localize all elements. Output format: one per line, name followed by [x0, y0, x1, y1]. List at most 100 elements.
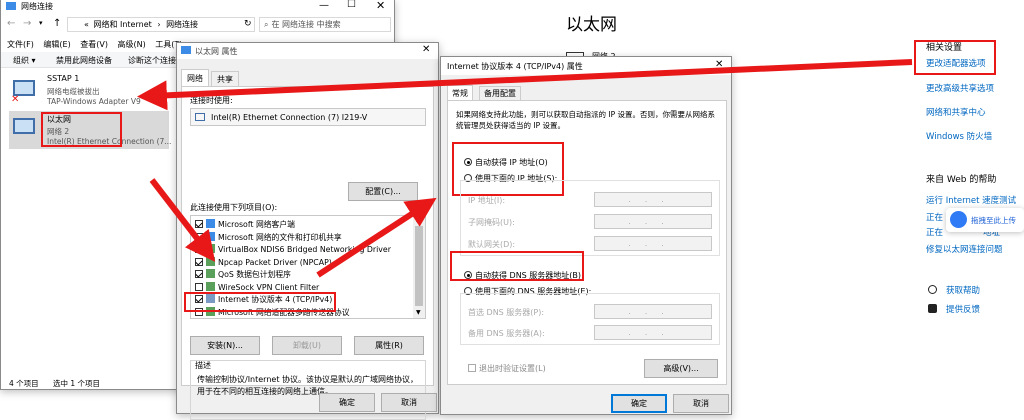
- close-button[interactable]: ✕: [376, 0, 385, 12]
- ipv4-title: Internet 协议版本 4 (TCP/IPv4) 属性: [447, 62, 583, 71]
- component-icon: [206, 244, 215, 253]
- mask-field[interactable]: ...: [594, 214, 712, 229]
- props-ok-button[interactable]: 确定: [319, 393, 375, 412]
- network-folder-icon: [6, 2, 16, 10]
- ip-field[interactable]: ...: [594, 192, 712, 207]
- adapter-name: Intel(R) Ethernet Connection (7) I219-V: [211, 113, 368, 122]
- props-close-button[interactable]: ✕: [422, 44, 430, 55]
- scroll-up-icon[interactable]: ▲: [416, 216, 421, 223]
- component-item[interactable]: Npcap Packet Driver (NPCAP): [195, 256, 391, 270]
- adapter-device: TAP-Windows Adapter V9: [47, 97, 141, 106]
- item-checkbox[interactable]: [195, 232, 203, 241]
- search-input[interactable]: ⌕ 在 网络连接 中搜索: [259, 17, 391, 32]
- forward-icon[interactable]: →: [23, 18, 31, 29]
- item-checkbox[interactable]: [195, 257, 203, 266]
- item-checkbox[interactable]: [195, 282, 203, 291]
- props-cancel-button[interactable]: 取消: [381, 393, 437, 412]
- ipv4-close-button[interactable]: ✕: [715, 59, 723, 70]
- link-speed-test[interactable]: 运行 Internet 速度测试: [926, 194, 1016, 206]
- configure-button[interactable]: 配置(C)...: [348, 182, 418, 201]
- link-advanced-sharing[interactable]: 更改高级共享选项: [926, 82, 994, 94]
- checkbox-indicator: [468, 364, 476, 372]
- mask-label: 子网掩码(U):: [468, 218, 515, 227]
- install-button[interactable]: 安装(N)...: [190, 336, 260, 355]
- nic-icon: [195, 113, 205, 121]
- recent-icon[interactable]: ▾: [39, 19, 43, 27]
- uninstall-button[interactable]: 卸载(U): [272, 336, 342, 355]
- tab-general[interactable]: 常规: [447, 85, 473, 101]
- items-scrollbar[interactable]: ▲ ▼: [413, 216, 425, 318]
- maximize-button[interactable]: ☐: [347, 0, 356, 10]
- props-titlebar: 以太网 属性 ✕: [177, 43, 438, 59]
- breadcrumb-network[interactable]: 网络和 Internet: [93, 20, 151, 29]
- toolbar-organize[interactable]: 组织 ▾: [13, 55, 36, 66]
- ipv4-ok-button[interactable]: 确定: [611, 394, 667, 413]
- link-feedback[interactable]: 提供反馈: [946, 303, 980, 315]
- ipv4-cancel-button[interactable]: 取消: [673, 394, 729, 413]
- dns2-field[interactable]: ...: [594, 325, 712, 340]
- link-firewall[interactable]: Windows 防火墙: [926, 130, 992, 142]
- ipv4-properties-dialog: Internet 协议版本 4 (TCP/IPv4) 属性 ✕ 常规 备用配置 …: [440, 56, 732, 415]
- search-icon: ⌕: [264, 20, 269, 29]
- item-checkbox[interactable]: [195, 220, 203, 228]
- adapter-field: Intel(R) Ethernet Connection (7) I219-V: [190, 108, 426, 126]
- explorer-titlebar: 网络连接 — ☐ ✕: [1, 0, 394, 14]
- up-icon[interactable]: ↑: [53, 18, 61, 29]
- adapter-sstap[interactable]: ✕ SSTAP 1 网络电缆被拔出 TAP-Windows Adapter V9: [9, 74, 179, 110]
- status-count: 4 个项目: [9, 379, 39, 388]
- component-item[interactable]: Microsoft 网络的文件和打印机共享: [195, 231, 391, 245]
- component-icon: [206, 219, 215, 228]
- help-heading: 来自 Web 的帮助: [926, 175, 997, 185]
- advanced-button[interactable]: 高级(V)...: [644, 359, 718, 378]
- menu-edit[interactable]: 编辑(E): [43, 40, 70, 49]
- menu-advanced[interactable]: 高级(N): [118, 40, 146, 49]
- link-get-help[interactable]: 获取帮助: [946, 284, 980, 296]
- items-label: 此连接使用下列项目(O):: [190, 203, 278, 212]
- page-title: 以太网: [566, 15, 617, 35]
- properties-button[interactable]: 属性(R): [354, 336, 424, 355]
- tab-alternate[interactable]: 备用配置: [479, 86, 521, 100]
- connect-using-label: 连接时使用:: [190, 96, 233, 105]
- highlight-auto-dns: [450, 251, 584, 281]
- highlight-change-adapter: [914, 40, 996, 75]
- validate-label: 退出时验证设置(L): [479, 364, 546, 373]
- upload-overlay[interactable]: 拖拽至此上传: [946, 208, 1024, 232]
- component-icon: [206, 281, 215, 291]
- item-label: Microsoft 网络的文件和打印机共享: [218, 232, 342, 242]
- dns1-field[interactable]: ...: [594, 304, 712, 319]
- menu-bar: 文件(F) 编辑(E) 查看(V) 高级(N) 工具(T): [7, 39, 182, 50]
- component-item[interactable]: VirtualBox NDIS6 Bridged Networking Driv…: [195, 244, 391, 257]
- overlay-label: 拖拽至此上传: [971, 216, 1016, 225]
- item-label: QoS 数据包计划程序: [218, 270, 291, 279]
- tab-network[interactable]: 网络: [181, 69, 209, 87]
- scroll-down-icon[interactable]: ▼: [416, 309, 421, 316]
- link-sharing-center[interactable]: 网络和共享中心: [926, 106, 986, 118]
- ethernet-properties-dialog: 以太网 属性 ✕ 网络 共享 连接时使用: Intel(R) Ethernet …: [176, 42, 439, 420]
- refresh-icon[interactable]: ↻: [244, 19, 252, 29]
- breadcrumb-connections[interactable]: 网络连接: [166, 20, 198, 29]
- component-item[interactable]: QoS 数据包计划程序: [195, 269, 391, 282]
- link-repair[interactable]: 修复以太网连接问题: [926, 243, 1003, 255]
- validate-checkbox[interactable]: 退出时验证设置(L): [468, 363, 546, 374]
- toolbar-disable-device[interactable]: 禁用此网络设备: [56, 55, 112, 66]
- breadcrumb-overflow[interactable]: «: [84, 20, 89, 29]
- address-bar[interactable]: « 网络和 Internet › 网络连接: [67, 17, 255, 32]
- status-selected: 选中 1 个项目: [53, 379, 101, 388]
- address-row: ← → ▾ ↑ « 网络和 Internet › 网络连接 ↻ ⌕ 在 网络连接 …: [1, 15, 394, 35]
- back-icon[interactable]: ←: [7, 18, 15, 29]
- component-icon: [206, 231, 215, 241]
- scroll-thumb[interactable]: [415, 226, 423, 306]
- gateway-field[interactable]: ...: [594, 236, 712, 251]
- link-help-1[interactable]: 正在: [926, 211, 943, 223]
- menu-view[interactable]: 查看(V): [80, 40, 108, 49]
- minimize-button[interactable]: —: [319, 0, 329, 11]
- item-checkbox[interactable]: [195, 245, 203, 253]
- menu-file[interactable]: 文件(F): [7, 40, 34, 49]
- ip-label: IP 地址(I):: [468, 196, 506, 205]
- adapter-status: 网络电缆被拔出: [47, 87, 100, 96]
- component-item[interactable]: Microsoft 网络客户端: [195, 219, 391, 232]
- item-checkbox[interactable]: [195, 270, 203, 278]
- tab-sharing[interactable]: 共享: [211, 71, 239, 87]
- toolbar-diagnose[interactable]: 诊断这个连接: [128, 55, 176, 66]
- feedback-icon: [928, 304, 937, 313]
